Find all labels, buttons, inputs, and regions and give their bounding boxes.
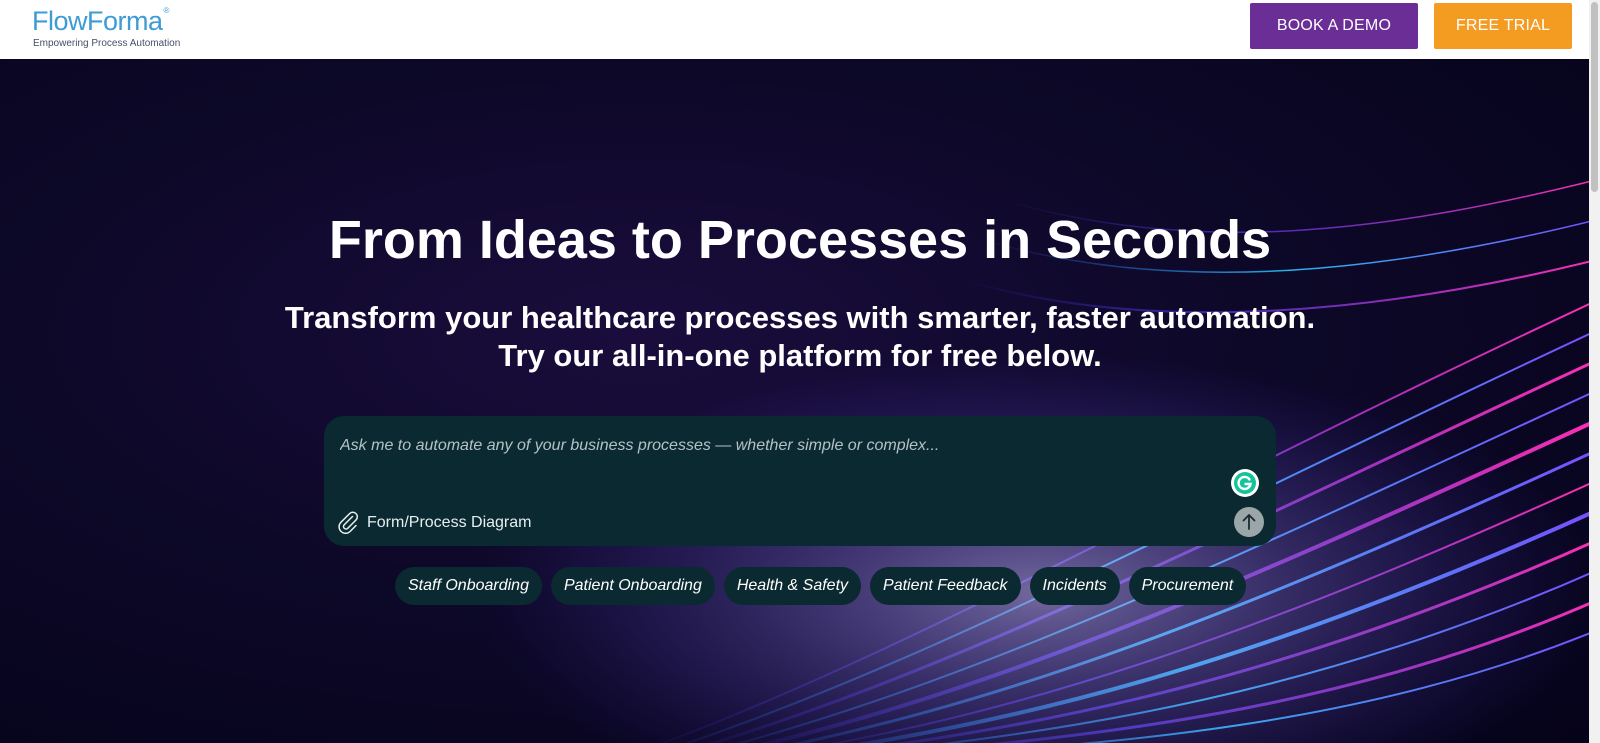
free-trial-button[interactable]: FREE TRIAL: [1434, 3, 1572, 49]
chip-patient-onboarding[interactable]: Patient Onboarding: [550, 567, 715, 605]
page-scrollbar[interactable]: [1589, 0, 1600, 743]
book-demo-button[interactable]: BOOK A DEMO: [1250, 3, 1418, 49]
chip-health-safety[interactable]: Health & Safety: [723, 567, 862, 605]
logo-tagline: Empowering Process Automation: [33, 38, 181, 49]
hero-subtitle-line-1: Transform your healthcare processes with…: [284, 300, 1316, 335]
prompt-box: Form/Process Diagram: [324, 416, 1276, 546]
paperclip-icon[interactable]: [336, 510, 360, 534]
flowforma-logo[interactable]: FlowForma® Empowering Process Automation: [32, 6, 212, 52]
site-header: FlowForma® Empowering Process Automation…: [0, 0, 1600, 59]
chip-staff-onboarding[interactable]: Staff Onboarding: [395, 567, 542, 605]
hero-background-waves: [0, 59, 1600, 743]
attach-diagram-label[interactable]: Form/Process Diagram: [367, 514, 531, 532]
chip-procurement[interactable]: Procurement: [1128, 567, 1247, 605]
chip-incidents[interactable]: Incidents: [1029, 567, 1120, 605]
suggestion-chips: Staff Onboarding Patient Onboarding Heal…: [395, 567, 1247, 605]
hero-subtitle-line-2: Try our all-in-one platform for free bel…: [498, 338, 1102, 373]
logo-wordmark: FlowForma®: [32, 6, 169, 36]
grammarly-icon[interactable]: [1230, 468, 1260, 498]
prompt-input[interactable]: [338, 430, 1202, 462]
scrollbar-thumb[interactable]: [1591, 2, 1598, 192]
hero-subtitle: Transform your healthcare processes with…: [0, 299, 1600, 375]
hero-section: From Ideas to Processes in Seconds Trans…: [0, 59, 1600, 743]
send-button[interactable]: [1234, 507, 1264, 537]
arrow-up-icon: [1242, 514, 1256, 530]
hero-title: From Ideas to Processes in Seconds: [328, 210, 1272, 270]
chip-patient-feedback[interactable]: Patient Feedback: [870, 567, 1021, 605]
